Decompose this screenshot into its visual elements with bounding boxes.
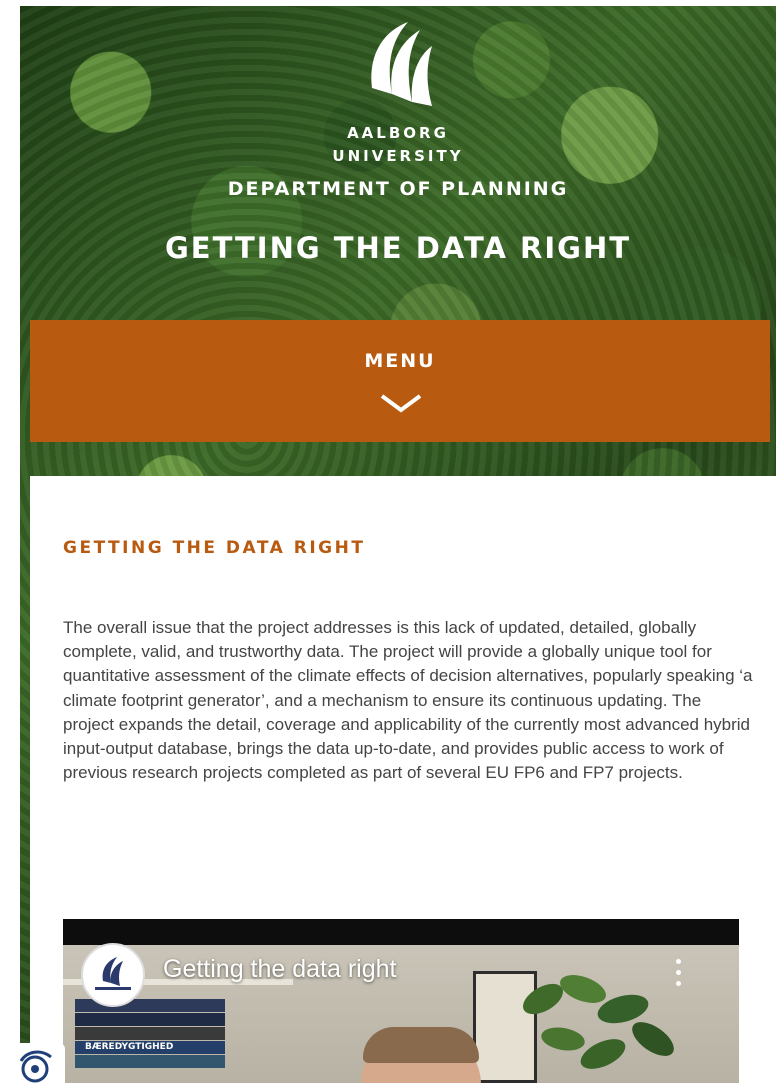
book-spine xyxy=(75,1027,225,1040)
university-name-line2: UNIVERSITY xyxy=(332,147,464,165)
university-logo-icon xyxy=(371,22,432,106)
accessibility-icon[interactable] xyxy=(17,1043,65,1083)
video-title[interactable]: Getting the data right xyxy=(163,955,396,984)
section-heading: GETTING THE DATA RIGHT xyxy=(63,538,366,558)
kebab-menu-icon[interactable] xyxy=(671,959,685,989)
video-scene-person-hair xyxy=(363,1027,479,1063)
book-spine-label: BÆREDYGTIGHED xyxy=(75,1041,225,1054)
video-scene-plant xyxy=(523,975,674,1069)
video-player[interactable]: BÆREDYGTIGHED Getting the data right xyxy=(63,919,739,1083)
content-card: GETTING THE DATA RIGHT The overall issue… xyxy=(30,476,776,1083)
channel-logo-icon xyxy=(95,957,131,990)
video-scene-books: BÆREDYGTIGHED xyxy=(75,999,225,1079)
book-spine xyxy=(75,1055,225,1068)
university-name-line1: AALBORG xyxy=(347,124,449,142)
book-spine xyxy=(75,1013,225,1026)
channel-avatar[interactable] xyxy=(81,943,145,1007)
page-title: GETTING THE DATA RIGHT xyxy=(164,231,632,265)
menu-label: MENU xyxy=(364,350,436,372)
hero-header: AALBORG UNIVERSITY DEPARTMENT OF PLANNIN… xyxy=(20,6,776,320)
menu-button[interactable]: MENU xyxy=(30,320,770,442)
chevron-down-icon xyxy=(380,394,422,413)
department-name: DEPARTMENT OF PLANNING xyxy=(227,178,569,200)
section-body-text: The overall issue that the project addre… xyxy=(63,618,753,783)
page-background: AALBORG UNIVERSITY DEPARTMENT OF PLANNIN… xyxy=(20,6,776,1083)
